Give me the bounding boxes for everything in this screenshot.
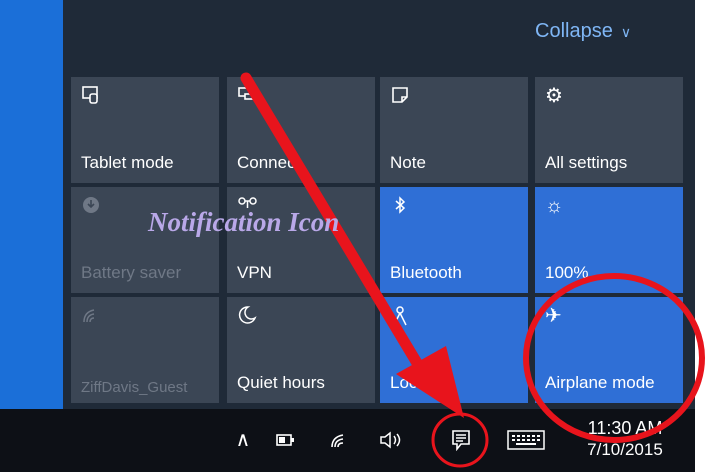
annotation-overlay [240,72,705,468]
annotation-arrow-head [396,346,464,418]
annotation-label: Notification Icon [148,207,340,237]
annotation-circle-notification [431,412,489,468]
annotation-circle-airplane [523,273,705,443]
